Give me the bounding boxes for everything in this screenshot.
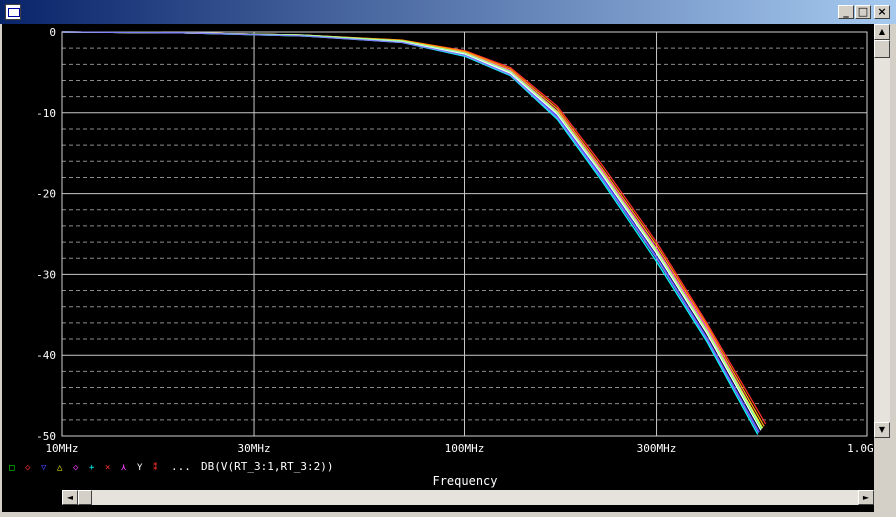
title-bar: _ □ × bbox=[0, 0, 896, 24]
plot-window[interactable]: 0 -10 -20 -30 -40 -50 10MHz 30MHz 100MHz 300MHz 1… bbox=[2, 24, 887, 512]
y-tick-label: -20 bbox=[36, 188, 56, 201]
legend-marker-icon: Y bbox=[137, 463, 143, 473]
trace-line-10 bbox=[61, 31, 760, 434]
horizontal-scroll-thumb[interactable] bbox=[78, 490, 92, 505]
scroll-right-button[interactable]: ► bbox=[858, 490, 874, 505]
y-tick-label: -10 bbox=[36, 107, 56, 120]
vertical-scrollbar[interactable]: ▲ ▼ bbox=[874, 24, 890, 438]
trace-line-4 bbox=[61, 31, 759, 435]
maximize-button[interactable]: □ bbox=[855, 5, 871, 19]
minimize-button[interactable]: _ bbox=[838, 5, 854, 19]
trace-line-2 bbox=[61, 31, 764, 429]
trace-line-8 bbox=[61, 31, 765, 427]
trace-line-1 bbox=[61, 31, 767, 425]
legend-marker-icon: ▽ bbox=[41, 463, 47, 473]
legend-marker-icon: + bbox=[89, 463, 95, 473]
y-tick-label: 0 bbox=[49, 26, 56, 39]
legend-expression: DB(V(RT_3:1,RT_3:2)) bbox=[201, 460, 333, 473]
y-tick-label: -30 bbox=[36, 268, 56, 281]
legend-marker-icon: ◇ bbox=[73, 463, 79, 473]
trace-line-6 bbox=[61, 31, 764, 429]
y-tick-labels: 0-10-20-30-40-50 bbox=[36, 26, 56, 443]
x-axis-label: Frequency bbox=[432, 474, 497, 488]
legend-marker-icon: × bbox=[105, 463, 110, 473]
close-button[interactable]: × bbox=[874, 5, 890, 19]
legend-marker-icon: ◇ bbox=[25, 463, 31, 473]
scroll-up-button[interactable]: ▲ bbox=[874, 24, 890, 40]
vertical-scroll-thumb[interactable] bbox=[874, 40, 890, 58]
scroll-left-button[interactable]: ◄ bbox=[62, 490, 78, 505]
scroll-down-button[interactable]: ▼ bbox=[874, 422, 890, 438]
trace-line-3 bbox=[61, 31, 760, 433]
horizontal-scrollbar[interactable]: ◄ ► bbox=[62, 490, 874, 505]
trace-legend: □ ◇ ▽ △ ◇ + × ⋏ Y ⁑... DB(V(RT_3:1,RT_3:2)) bbox=[9, 460, 333, 473]
x-tick-label: 30MHz bbox=[237, 442, 270, 455]
x-tick-label: 100MHz bbox=[445, 442, 485, 455]
legend-marker-icon: ⁑ bbox=[153, 461, 158, 473]
probe-app-icon[interactable] bbox=[5, 4, 21, 20]
legend-marker-icon: △ bbox=[57, 463, 63, 473]
chart-canvas: 0-10-20-30-40-50 10MHz 30MHz 100MHz 300MHz 1… bbox=[9, 26, 887, 488]
x-tick-label: 10MHz bbox=[45, 442, 78, 455]
x-tick-label: 300MHz bbox=[637, 442, 677, 455]
x-tick-label: 1.0GHz bbox=[847, 442, 874, 455]
y-tick-label: -40 bbox=[36, 349, 56, 362]
legend-marker-icon: ⋏ bbox=[120, 463, 127, 473]
trace-group bbox=[61, 31, 767, 435]
x-tick-labels: 10MHz 30MHz 100MHz 300MHz 1.0GHz bbox=[45, 442, 886, 455]
grid-lines bbox=[61, 31, 868, 437]
legend-marker-icon: □ bbox=[9, 463, 15, 473]
legend-ellipsis: ... bbox=[171, 460, 191, 473]
